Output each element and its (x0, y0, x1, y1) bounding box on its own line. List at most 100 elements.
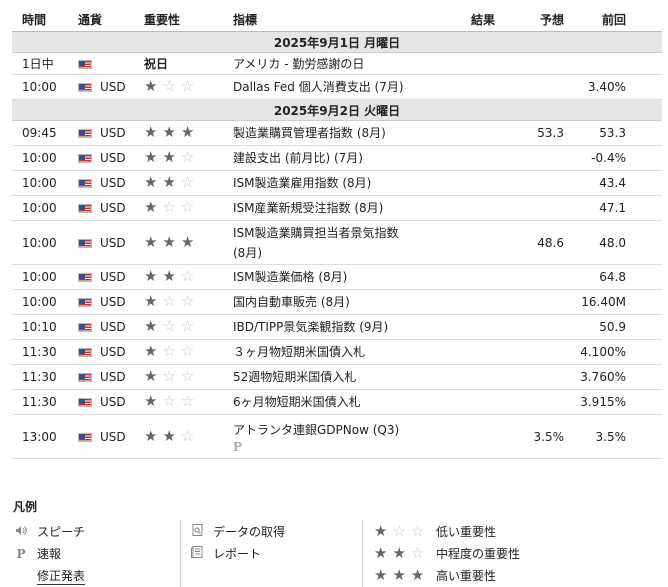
preliminary-icon: P (233, 439, 243, 454)
legend-title: 凡例 (13, 500, 38, 514)
event-row[interactable]: 1日中 祝日 アメリカ - 勤労感謝の日 (12, 52, 662, 75)
us-flag-icon (78, 373, 92, 382)
event-row[interactable]: 10:00 USD ★ ★ ☆ ISM製造業価格 (8月) 64.8 (12, 264, 662, 290)
event-row[interactable]: 10:00 USD ★ ☆ ☆ ISM産業新規受注指数 (8月) 47.1 (12, 195, 662, 221)
event-currency-cell: USD (78, 120, 144, 146)
event-indicator-cell[interactable]: ISM製造業購買担当者景気指数 (8月) (233, 220, 438, 265)
event-indicator-cell[interactable]: 製造業購買管理者指数 (8月) (233, 120, 438, 146)
event-row[interactable]: 13:00 USD ★ ★ ☆ アトランタ連銀GDPNow (Q3) P 3.5% 3.5% (12, 414, 662, 459)
event-indicator[interactable]: 6ヶ月物短期米国債入札 (233, 392, 438, 412)
event-row[interactable]: 11:30 USD ★ ☆ ☆ 6ヶ月物短期米国債入札 3.915% (12, 389, 662, 415)
event-indicator[interactable]: 製造業購買管理者指数 (8月) (233, 123, 438, 143)
event-indicator-cell[interactable]: IBD/TIPP景気楽観指数 (9月) (233, 314, 438, 340)
event-indicator-cell[interactable]: アトランタ連銀GDPNow (Q3) P (233, 414, 438, 459)
event-indicator[interactable]: ISM産業新規受注指数 (8月) (233, 198, 438, 218)
event-row[interactable]: 10:00 USD ★ ★ ☆ ISM製造業雇用指数 (8月) 43.4 (12, 170, 662, 196)
event-result (438, 220, 495, 265)
event-indicator[interactable]: Dallas Fed 個人消費支出 (7月) (233, 77, 438, 97)
event-indicator[interactable]: IBD/TIPP景気楽観指数 (9月) (233, 317, 438, 337)
event-indicator-cell[interactable]: Dallas Fed 個人消費支出 (7月) (233, 74, 438, 100)
header-indicator[interactable]: 指標 (233, 7, 438, 32)
event-row[interactable]: 11:30 USD ★ ☆ ☆ 52週物短期米国債入札 3.760% (12, 364, 662, 390)
header-result[interactable]: 結果 (438, 7, 495, 32)
event-row[interactable]: 10:00 USD ★ ★ ★ ISM製造業購買担当者景気指数 (8月) 48.6 48.0 (12, 220, 662, 265)
legend-speech-label: スピーチ (37, 525, 86, 539)
event-indicator-cell[interactable]: 建設支出 (前月比) (7月) (233, 145, 438, 171)
event-result (438, 314, 495, 340)
header-forecast[interactable]: 予想 (495, 7, 564, 32)
event-indicator-cell[interactable]: 6ヶ月物短期米国債入札 (233, 389, 438, 415)
event-indicator[interactable]: ISM製造業購買担当者景気指数 (233, 223, 438, 243)
event-indicator-cell[interactable]: ３ヶ月物短期米国債入札 (233, 339, 438, 365)
event-forecast: 3.5% (495, 414, 564, 459)
legend-low: ★ ☆ ☆ 低い重要性 (374, 523, 496, 540)
event-indicator-cell[interactable]: ISM製造業雇用指数 (8月) (233, 170, 438, 196)
star-empty-icon: ☆ (180, 292, 195, 310)
event-time: 11:30 (12, 339, 78, 365)
star-filled-icon: ★ (144, 148, 158, 166)
star-empty-icon: ☆ (180, 173, 195, 191)
event-indicator-cell[interactable]: アメリカ - 勤労感謝の日 (233, 52, 438, 75)
star-filled-icon: ★ (162, 173, 176, 191)
event-row[interactable]: 11:30 USD ★ ☆ ☆ ３ヶ月物短期米国債入札 4.100% (12, 339, 662, 365)
event-row[interactable]: 10:10 USD ★ ☆ ☆ IBD/TIPP景気楽観指数 (9月) 50.9 (12, 314, 662, 340)
event-importance: ★ ★ ☆ (144, 414, 233, 459)
event-indicator-cell[interactable]: ISM製造業価格 (8月) (233, 264, 438, 290)
event-importance: ★ ☆ ☆ (144, 389, 233, 415)
event-indicator[interactable]: 52週物短期米国債入札 (233, 367, 438, 387)
event-currency-cell: USD (78, 170, 144, 196)
event-currency: USD (100, 370, 126, 384)
event-currency-cell: USD (78, 145, 144, 171)
event-indicator[interactable]: ISM製造業雇用指数 (8月) (233, 173, 438, 193)
event-indicator[interactable]: 建設支出 (前月比) (7月) (233, 148, 438, 168)
event-row[interactable]: 10:00 USD ★ ☆ ☆ 国内自動車販売 (8月) 16.40M (12, 289, 662, 315)
event-indicator[interactable]: 国内自動車販売 (8月) (233, 292, 438, 312)
event-indicator[interactable]: アメリカ - 勤労感謝の日 (233, 54, 438, 74)
event-previous: 53.3 (564, 120, 662, 146)
header-previous[interactable]: 前回 (564, 7, 662, 32)
header-importance[interactable]: 重要性 (144, 7, 233, 32)
event-time: 10:00 (12, 289, 78, 315)
event-time: 10:10 (12, 314, 78, 340)
event-result (438, 289, 495, 315)
us-flag-icon (78, 179, 92, 188)
event-time: 10:00 (12, 74, 78, 100)
header-currency[interactable]: 通貨 (78, 7, 144, 32)
star-empty-icon: ☆ (162, 317, 176, 335)
event-indicator-line2[interactable]: (8月) (233, 243, 438, 263)
event-forecast (495, 74, 564, 100)
event-previous: 3.40% (564, 74, 662, 100)
event-row[interactable]: 10:00 USD ★ ☆ ☆ Dallas Fed 個人消費支出 (7月) 3.40% (12, 74, 662, 100)
event-importance: ★ ☆ ☆ (144, 74, 233, 100)
legend-preliminary: P 速報 (13, 545, 61, 562)
legend-revised-link[interactable]: 修正発表 (37, 567, 86, 585)
data-icon (189, 524, 205, 539)
event-indicator-cell[interactable]: 国内自動車販売 (8月) (233, 289, 438, 315)
event-currency: USD (100, 295, 126, 309)
us-flag-icon (78, 323, 92, 332)
star-empty-icon: ☆ (180, 77, 195, 95)
event-row[interactable]: 10:00 USD ★ ★ ☆ 建設支出 (前月比) (7月) -0.4% (12, 145, 662, 171)
star-filled-icon: ★ (144, 77, 158, 95)
event-currency: USD (100, 201, 126, 215)
header-time[interactable]: 時間 (12, 7, 78, 32)
event-indicator-cell[interactable]: 52週物短期米国債入札 (233, 364, 438, 390)
star-filled-icon: ★ (144, 232, 158, 251)
event-indicator[interactable]: ISM製造業価格 (8月) (233, 267, 438, 287)
us-flag-icon (78, 154, 92, 163)
legend-high: ★ ★ ★ 高い重要性 (374, 567, 496, 584)
event-forecast: 48.6 (495, 220, 564, 265)
event-indicator[interactable]: ３ヶ月物短期米国債入札 (233, 342, 438, 362)
event-time: 10:00 (12, 195, 78, 221)
event-currency: USD (100, 345, 126, 359)
event-time: 10:00 (12, 220, 78, 265)
event-indicator-cell[interactable]: ISM産業新規受注指数 (8月) (233, 195, 438, 221)
event-indicator[interactable]: アトランタ連銀GDPNow (Q3) (233, 420, 438, 440)
legend-medium-label: 中程度の重要性 (436, 547, 521, 561)
us-flag-icon (78, 238, 92, 248)
event-time: 10:00 (12, 170, 78, 196)
star-filled-icon: ★ (180, 232, 195, 251)
us-flag-icon (78, 348, 92, 357)
star-empty-icon: ☆ (180, 342, 195, 360)
event-row[interactable]: 09:45 USD ★ ★ ★ 製造業購買管理者指数 (8月) 53.3 53.3 (12, 120, 662, 146)
